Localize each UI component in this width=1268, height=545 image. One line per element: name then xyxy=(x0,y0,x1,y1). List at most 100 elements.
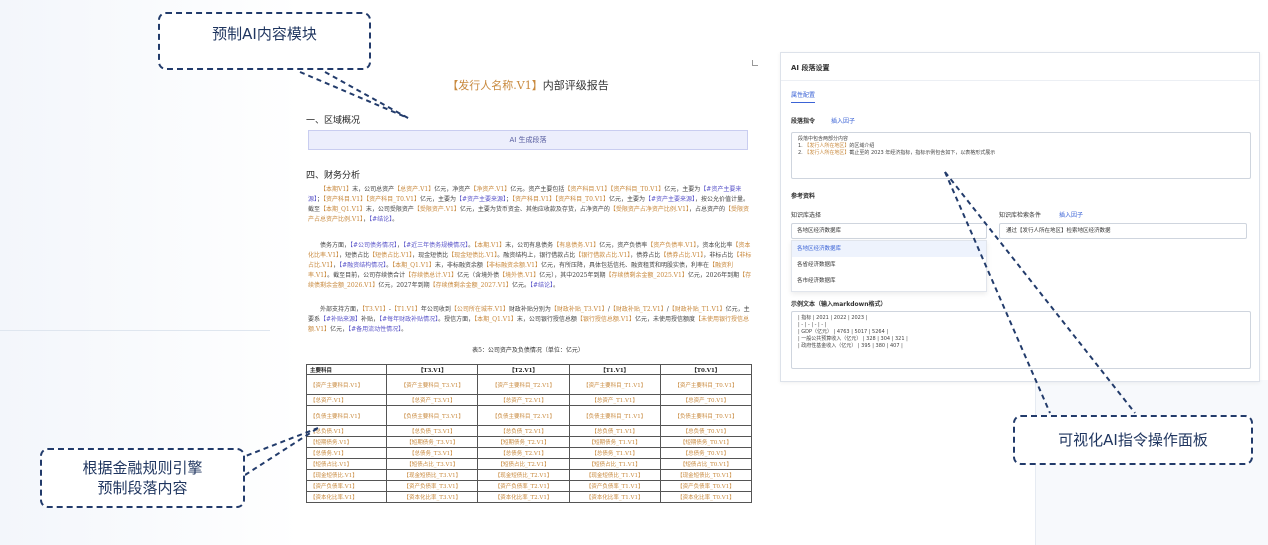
callout-visual-panel: 可视化AI指令操作面板 xyxy=(1013,415,1253,465)
table-cell[interactable]: 【资产主要科目_T1.V1】 xyxy=(568,374,661,395)
table-cell[interactable]: 【资产主要科目_T3.V1】 xyxy=(386,374,479,395)
tab-properties[interactable]: 属性配置 xyxy=(791,90,816,103)
table-cell[interactable]: 【总资产_T1.V1】 xyxy=(568,394,661,406)
finance-paragraph-assets[interactable]: 【本期V1】末，公司总资产【总资产.V1】亿元，净资产【净资产.V1】亿元。资产… xyxy=(308,185,752,225)
table-cell[interactable]: 【资本化比率_T0.V1】 xyxy=(659,491,753,503)
report-title: 【发行人名称.V1】内部评级报告 xyxy=(298,77,758,93)
example-text-textarea[interactable]: | 指标 | 2021 | 2022 | 2023 | | - | - | - … xyxy=(791,311,1251,369)
table-cell[interactable]: 【负债主要科目.V1】 xyxy=(305,405,388,426)
table-cell[interactable]: 【资产主要科目_T2.V1】 xyxy=(477,374,570,395)
example-line: | 一般公共预算收入（亿元） | 328 | 304 | 321 | xyxy=(798,336,908,342)
instruction-textarea[interactable]: 段落中包含两部分内容 1. 【发行人所在地区】的区域介绍 2. 【发行人所在地区… xyxy=(791,132,1251,179)
table-cell[interactable]: 【总债务_T2.V1】 xyxy=(477,447,570,459)
table-cell[interactable]: 【资产负债率.V1】 xyxy=(305,480,388,492)
table-cell[interactable]: 【短期债务_T2.V1】 xyxy=(477,436,570,448)
instruction-label: 段落指令 xyxy=(791,118,816,125)
table-cell[interactable]: 【资本化比率_T1.V1】 xyxy=(568,491,661,503)
finance-paragraph-support[interactable]: 外部支持方面，【T3.V1】-【T1.V1】年公司收到【公司所在城市.V1】财政… xyxy=(308,305,752,335)
panel-title: AI 段落设置 xyxy=(791,64,830,72)
table-cell[interactable]: 【资产主要科目.V1】 xyxy=(305,374,388,395)
section-heading-region: 一、区域概况 xyxy=(306,116,361,126)
table-cell[interactable]: 【资产负债率_T3.V1】 xyxy=(386,480,479,492)
table-cell[interactable]: 【短债占比_T1.V1】 xyxy=(568,458,661,470)
table-cell[interactable]: 【总负债_T2.V1】 xyxy=(477,425,570,437)
insert-factor-link[interactable]: 插入因子 xyxy=(831,116,855,125)
table-header-cell: 主要科目 xyxy=(305,364,388,375)
instruction-line: 2. 【发行人所在地区】截止至的 2023 年经济指标，指标示例包含如下，以表格… xyxy=(798,150,996,156)
region-factor-tag: 【发行人所在地区】 xyxy=(804,143,850,149)
table-cell[interactable]: 【总债务_T0.V1】 xyxy=(659,447,753,459)
table-cell[interactable]: 【现金短债比_T2.V1】 xyxy=(477,469,570,481)
table-cell[interactable]: 【短债占比_T0.V1】 xyxy=(659,458,753,470)
table-cell[interactable]: 【资产负债率_T1.V1】 xyxy=(568,480,661,492)
table-cell[interactable]: 【总负债_T0.V1】 xyxy=(659,425,753,437)
instruction-line: 段落中包含两部分内容 xyxy=(798,136,849,142)
table-cell[interactable]: 【负债主要科目_T1.V1】 xyxy=(568,405,661,426)
table-cell[interactable]: 【资本化比率_T2.V1】 xyxy=(477,491,570,503)
table-cell[interactable]: 【总资产_T0.V1】 xyxy=(659,394,753,406)
table-row: 【总负债.V1】 【总负债_T3.V1】 【总负债_T2.V1】 【总负债_T1.V1… xyxy=(305,425,753,437)
panel-divider xyxy=(781,80,1259,81)
callout-line: 预制段落内容 xyxy=(97,479,188,497)
table-header-cell: 【T2.V1】 xyxy=(477,364,570,375)
table-header-row: 主要科目 【T3.V1】 【T2.V1】 【T1.V1】 【T0.V1】 xyxy=(305,364,753,375)
kb-condition-label: 知识库检索条件 xyxy=(999,212,1042,219)
ai-generated-paragraph-block[interactable]: AI 生成段落 xyxy=(308,130,748,150)
finance-paragraph-debt[interactable]: 债务方面，【#公司债务情况】，【#近三年债务规模情况】。【本期.V1】末，公司有… xyxy=(308,241,752,291)
asset-liability-table: 主要科目 【T3.V1】 【T2.V1】 【T1.V1】 【T0.V1】 【资产主要科目… xyxy=(305,364,753,503)
table-cell[interactable]: 【短债占比_T2.V1】 xyxy=(477,458,570,470)
kb-select[interactable]: 各地区经济数据库 xyxy=(791,223,987,239)
table-header-cell: 【T1.V1】 xyxy=(568,364,661,375)
table-cell[interactable]: 【短债占比.V1】 xyxy=(305,458,388,470)
table-header-cell: 【T3.V1】 xyxy=(386,364,479,375)
table-cell[interactable]: 【总债务_T1.V1】 xyxy=(568,447,661,459)
table-cell[interactable]: 【总负债_T3.V1】 xyxy=(386,425,479,437)
table-cell[interactable]: 【资产主要科目_T0.V1】 xyxy=(659,374,753,395)
table-cell[interactable]: 【现金短债比_T1.V1】 xyxy=(568,469,661,481)
cond-insert-factor-link[interactable]: 插入因子 xyxy=(1059,210,1083,219)
table-row: 【资产负债率.V1】 【资产负债率_T3.V1】 【资产负债率_T2.V1】 【资产负… xyxy=(305,480,753,492)
table-row: 【总资产.V1】 【总资产_T3.V1】 【总资产_T2.V1】 【总资产_T1.V1… xyxy=(305,394,753,406)
table-cell[interactable]: 【资本化比率_T3.V1】 xyxy=(386,491,479,503)
table-cell[interactable]: 【负债主要科目_T0.V1】 xyxy=(659,405,753,426)
table-row: 【资本化比率.V1】 【资本化比率_T3.V1】 【资本化比率_T2.V1】 【资本化… xyxy=(305,491,753,503)
table-cell[interactable]: 【总债务_T3.V1】 xyxy=(386,447,479,459)
table-cell[interactable]: 【短期债务_T3.V1】 xyxy=(386,436,479,448)
report-title-suffix: 内部评级报告 xyxy=(542,79,609,92)
kb-dropdown-menu: 各地区经济数据库 各省经济数据库 各市经济数据库 xyxy=(791,240,987,292)
kb-option[interactable]: 各市经济数据库 xyxy=(792,273,986,289)
kb-option[interactable]: 各省经济数据库 xyxy=(792,257,986,273)
table-cell[interactable]: 【总资产.V1】 xyxy=(305,394,388,406)
table-cell[interactable]: 【资产负债率_T2.V1】 xyxy=(477,480,570,492)
table-cell[interactable]: 【短债占比_T3.V1】 xyxy=(386,458,479,470)
table-cell[interactable]: 【资本化比率.V1】 xyxy=(305,491,388,503)
table-header-cell: 【T0.V1】 xyxy=(659,364,753,375)
table-cell[interactable]: 【短期债务_T1.V1】 xyxy=(568,436,661,448)
callout-rule-engine: 根据金融规则引擎 预制段落内容 xyxy=(40,448,245,508)
example-line: | - | - | - | - | xyxy=(798,322,827,328)
kb-option[interactable]: 各地区经济数据库 xyxy=(792,241,986,257)
table-cell[interactable]: 【总负债_T1.V1】 xyxy=(568,425,661,437)
table-cell[interactable]: 【资产负债率_T0.V1】 xyxy=(659,480,753,492)
table-cell[interactable]: 【现金短债比.V1】 xyxy=(305,469,388,481)
table-caption: 表5：公司资产及负债情况（单位：亿元） xyxy=(472,347,584,354)
issuer-name-placeholder[interactable]: 【发行人名称.V1】 xyxy=(447,79,542,92)
kb-select-label: 知识库选择 xyxy=(791,212,822,219)
table-cell[interactable]: 【短期债务.V1】 xyxy=(305,436,388,448)
table-cell[interactable]: 【总资产_T3.V1】 xyxy=(386,394,479,406)
region-factor-tag: 【发行人所在地区】 xyxy=(804,150,850,156)
table-cell[interactable]: 【负债主要科目_T3.V1】 xyxy=(386,405,479,426)
instruction-line: 1. 【发行人所在地区】的区域介绍 xyxy=(798,143,875,149)
table-cell[interactable]: 【负债主要科目_T2.V1】 xyxy=(477,405,570,426)
background-divider xyxy=(0,330,270,331)
kb-condition-input[interactable]: 通过【发行人所在地区】检索地区经济数据 xyxy=(999,223,1247,239)
table-row: 【负债主要科目.V1】 【负债主要科目_T3.V1】 【负债主要科目_T2.V1】【… xyxy=(305,405,753,426)
table-cell[interactable]: 【总资产_T2.V1】 xyxy=(477,394,570,406)
ai-paragraph-settings-panel: AI 段落设置 属性配置 段落指令 插入因子 段落中包含两部分内容 1. 【发行… xyxy=(780,52,1260,382)
table-cell[interactable]: 【短期债务_T0.V1】 xyxy=(659,436,753,448)
table-cell[interactable]: 【总债务.V1】 xyxy=(305,447,388,459)
table-cell[interactable]: 【现金短债比_T3.V1】 xyxy=(386,469,479,481)
table-cell[interactable]: 【现金短债比_T0.V1】 xyxy=(659,469,753,481)
table-cell[interactable]: 【总负债.V1】 xyxy=(305,425,388,437)
example-line: | GDP（亿元） | 4763 | 5017 | 5264 | xyxy=(798,329,889,335)
